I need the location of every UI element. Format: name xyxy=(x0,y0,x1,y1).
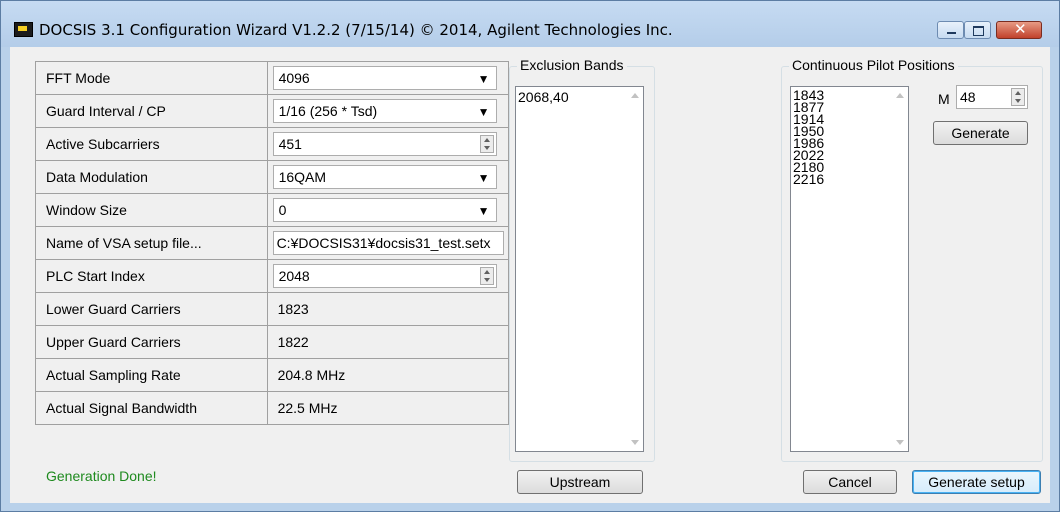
param-value-cell: C:¥DOCSIS31¥docsis31_test.setx xyxy=(266,226,510,260)
cancel-button[interactable]: Cancel xyxy=(803,470,897,494)
param-label: Actual Sampling Rate xyxy=(35,358,268,392)
close-icon: ✕ xyxy=(1014,20,1027,38)
chevron-down-icon[interactable]: ▼ xyxy=(478,105,490,119)
param-value-cell: 204.8 MHz xyxy=(266,358,510,392)
param-label: Active Subcarriers xyxy=(35,127,268,161)
param-static-value: 204.8 MHz xyxy=(277,367,346,383)
param-static-value: 1823 xyxy=(277,301,309,317)
param-value-cell: 1/16 (256 * Tsd) ▼ xyxy=(266,94,510,128)
param-static-value: 1822 xyxy=(277,334,309,350)
generate-button[interactable]: Generate xyxy=(933,121,1028,145)
upstream-button[interactable]: Upstream xyxy=(517,470,643,494)
exclusion-bands-label: Exclusion Bands xyxy=(517,57,627,73)
textbox-value[interactable]: C:¥DOCSIS31¥docsis31_test.setx xyxy=(277,235,491,251)
spinner-value[interactable]: 451 xyxy=(279,136,302,152)
spin-arrows-icon[interactable] xyxy=(1011,88,1025,106)
param-spinner[interactable]: 451 xyxy=(272,132,497,156)
param-value-cell: 2048 xyxy=(266,259,510,293)
generate-setup-button[interactable]: Generate setup xyxy=(912,470,1041,494)
list-item[interactable]: 2216 xyxy=(793,172,824,186)
param-row: PLC Start Index 2048 xyxy=(35,259,510,293)
chevron-down-icon[interactable]: ▼ xyxy=(478,204,490,218)
dropdown-value[interactable]: 1/16 (256 * Tsd) xyxy=(279,103,378,119)
param-row: Actual Sampling Rate 204.8 MHz xyxy=(35,358,510,392)
param-static-value: 22.5 MHz xyxy=(277,400,338,416)
param-value-cell: 1823 xyxy=(266,292,510,326)
client-area: FFT Mode 4096 ▼ Guard Interval / CP 1/16 (25… xyxy=(10,47,1050,503)
param-row: Lower Guard Carriers 1823 xyxy=(35,292,510,326)
pilot-scrollbar[interactable] xyxy=(891,87,908,451)
param-value-cell: 1822 xyxy=(266,325,510,359)
param-value-cell: 451 xyxy=(266,127,510,161)
chevron-down-icon[interactable]: ▼ xyxy=(478,171,490,185)
param-row: Actual Signal Bandwidth 22.5 MHz xyxy=(35,391,510,425)
scroll-down-icon[interactable] xyxy=(631,440,639,445)
spin-arrows-icon[interactable] xyxy=(479,135,494,153)
spinner-value[interactable]: 2048 xyxy=(279,268,310,284)
param-dropdown[interactable]: 0 ▼ xyxy=(272,198,497,222)
param-row: Window Size 0 ▼ xyxy=(35,193,510,227)
pilot-positions-list[interactable]: 1843 1877 1914 1950 1986 2022 2180 2216 xyxy=(790,86,909,452)
exclusion-scrollbar[interactable] xyxy=(626,87,643,451)
list-item[interactable]: 2068,40 xyxy=(518,89,569,105)
maximize-icon xyxy=(973,26,984,36)
param-row: Upper Guard Carriers 1822 xyxy=(35,325,510,359)
maximize-button[interactable] xyxy=(964,21,991,39)
param-spinner[interactable]: 2048 xyxy=(272,264,497,288)
param-label: Guard Interval / CP xyxy=(35,94,268,128)
m-value[interactable]: 48 xyxy=(960,89,976,105)
dropdown-value[interactable]: 16QAM xyxy=(279,169,326,185)
m-spinner[interactable]: 48 xyxy=(956,85,1028,109)
param-value-cell: 22.5 MHz xyxy=(266,391,510,425)
exclusion-bands-list[interactable]: 2068,40 xyxy=(515,86,644,452)
param-label: PLC Start Index xyxy=(35,259,268,293)
chevron-down-icon[interactable]: ▼ xyxy=(478,72,490,86)
param-label: Data Modulation xyxy=(35,160,268,194)
vsa-file-textbox[interactable]: C:¥DOCSIS31¥docsis31_test.setx xyxy=(272,231,504,255)
minimize-icon xyxy=(947,32,956,34)
scroll-up-icon[interactable] xyxy=(631,93,639,98)
param-row: Active Subcarriers 451 xyxy=(35,127,510,161)
param-value-cell: 4096 ▼ xyxy=(266,61,510,95)
scroll-down-icon[interactable] xyxy=(896,440,904,445)
app-icon xyxy=(14,22,33,37)
param-label: Name of VSA setup file... xyxy=(35,226,268,260)
pilot-positions-label: Continuous Pilot Positions xyxy=(789,57,958,73)
param-row: Guard Interval / CP 1/16 (256 * Tsd) ▼ xyxy=(35,94,510,128)
app-window: DOCSIS 3.1 Configuration Wizard V1.2.2 (… xyxy=(0,0,1060,512)
close-button[interactable]: ✕ xyxy=(996,20,1042,39)
param-row: Name of VSA setup file... C:¥DOCSIS31¥doc… xyxy=(35,226,510,260)
m-label: M xyxy=(938,91,950,107)
scroll-up-icon[interactable] xyxy=(896,93,904,98)
param-dropdown[interactable]: 4096 ▼ xyxy=(272,66,497,90)
status-message: Generation Done! xyxy=(46,468,157,484)
param-row: Data Modulation 16QAM ▼ xyxy=(35,160,510,194)
minimize-button[interactable] xyxy=(937,21,964,39)
window-title: DOCSIS 3.1 Configuration Wizard V1.2.2 (… xyxy=(39,21,673,39)
dropdown-value[interactable]: 4096 xyxy=(279,70,310,86)
param-label: FFT Mode xyxy=(35,61,268,95)
param-value-cell: 16QAM ▼ xyxy=(266,160,510,194)
parameters-table: FFT Mode 4096 ▼ Guard Interval / CP 1/16 (25… xyxy=(35,61,510,425)
param-dropdown[interactable]: 1/16 (256 * Tsd) ▼ xyxy=(272,99,497,123)
title-bar[interactable]: DOCSIS 3.1 Configuration Wizard V1.2.2 (… xyxy=(1,1,1059,47)
param-value-cell: 0 ▼ xyxy=(266,193,510,227)
param-row: FFT Mode 4096 ▼ xyxy=(35,61,510,95)
dropdown-value[interactable]: 0 xyxy=(279,202,287,218)
param-label: Actual Signal Bandwidth xyxy=(35,391,268,425)
param-label: Upper Guard Carriers xyxy=(35,325,268,359)
param-dropdown[interactable]: 16QAM ▼ xyxy=(272,165,497,189)
param-label: Lower Guard Carriers xyxy=(35,292,268,326)
spin-arrows-icon[interactable] xyxy=(479,267,494,285)
param-label: Window Size xyxy=(35,193,268,227)
